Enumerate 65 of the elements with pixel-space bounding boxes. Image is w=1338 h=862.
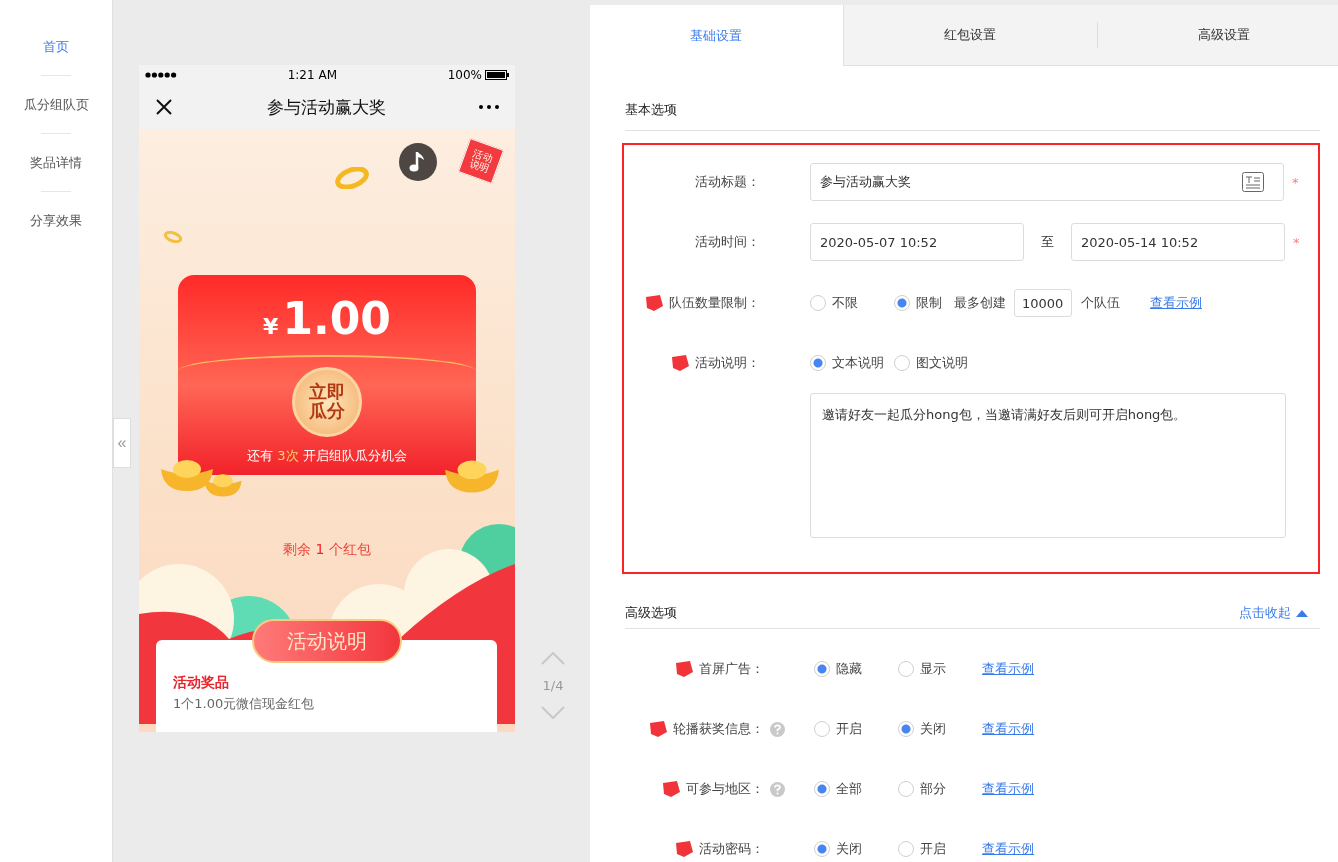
battery-icon: [485, 70, 509, 80]
radio-option[interactable]: 图文说明: [894, 354, 978, 372]
radio-option[interactable]: 文本说明: [810, 354, 894, 372]
radio-option[interactable]: 开启: [814, 720, 898, 738]
page-indicator: 1/4: [542, 678, 564, 693]
tab[interactable]: 基础设置: [590, 5, 844, 66]
radio-option[interactable]: 关闭: [814, 840, 898, 858]
required-mark: *: [1293, 234, 1300, 250]
open-button[interactable]: 立即 瓜分: [292, 367, 362, 437]
sidebar-item[interactable]: 分享效果: [30, 211, 82, 231]
example-link[interactable]: 查看示例: [982, 780, 1034, 798]
more-icon[interactable]: [479, 105, 499, 109]
field-label: 队伍数量限制：: [669, 294, 760, 312]
close-icon[interactable]: [155, 98, 173, 116]
field-label: 活动说明：: [695, 354, 760, 372]
field-label: 活动时间：: [695, 233, 760, 251]
radio-option[interactable]: 关闭: [898, 720, 982, 738]
ingot-icon: [159, 457, 215, 493]
field-label: 活动标题：: [695, 173, 760, 191]
card-heading: 活动奖品: [173, 674, 230, 692]
radio-option[interactable]: 部分: [898, 780, 982, 798]
end-time-field[interactable]: 2020-05-14 10:52: [1071, 223, 1285, 261]
radio-option[interactable]: 隐藏: [814, 660, 898, 678]
chances-text: 还有 3次 开启组队瓜分机会: [247, 447, 407, 465]
caret-up-icon: [1295, 609, 1308, 617]
page-title: 参与活动赢大奖: [266, 95, 386, 119]
example-link[interactable]: 查看示例: [982, 840, 1034, 858]
title-field[interactable]: 参与活动赢大奖: [810, 163, 1284, 201]
section-title: 高级选项: [625, 604, 677, 622]
start-time-field[interactable]: 2020-05-07 10:52: [810, 223, 1024, 261]
range-separator: 至: [1040, 233, 1055, 251]
example-link[interactable]: 查看示例: [982, 720, 1034, 738]
sidebar-item[interactable]: 奖品详情: [30, 153, 82, 173]
example-link[interactable]: 查看示例: [1150, 294, 1202, 312]
team-count-field[interactable]: 10000: [1014, 289, 1072, 317]
status-time: 1:21 AM: [287, 68, 337, 82]
battery-level: 100%: [447, 68, 482, 82]
field-label: 轮播获奖信息：: [673, 720, 764, 738]
example-link[interactable]: 查看示例: [982, 660, 1034, 678]
unit-text: 个队伍: [1081, 294, 1120, 312]
ingot-icon: [203, 471, 243, 499]
text-format-icon[interactable]: [1242, 172, 1264, 192]
field-text: 最多创建: [954, 294, 1006, 312]
signal-icon: [145, 72, 177, 78]
sidebar-item[interactable]: 首页: [43, 37, 69, 57]
collapse-link[interactable]: 点击收起: [1238, 604, 1308, 622]
radio-option[interactable]: 限制: [894, 294, 954, 312]
description-field[interactable]: 邀请好友一起瓜分hong包，当邀请满好友后则可开启hong包。: [810, 393, 1286, 538]
radio-option[interactable]: 显示: [898, 660, 982, 678]
field-label: 首屏广告：: [699, 660, 764, 678]
prize-amount: ¥1.00: [263, 293, 391, 346]
card-text: 1个1.00元微信现金红包: [173, 695, 316, 713]
radio-option[interactable]: 不限: [810, 294, 894, 312]
remaining-text: 剩余 1 个红包: [282, 541, 372, 559]
field-label: 可参与地区：: [686, 780, 764, 798]
section-title: 基本选项: [625, 101, 677, 119]
radio-option[interactable]: 开启: [898, 840, 982, 858]
required-mark: *: [1292, 174, 1299, 190]
hanging-tag[interactable]: 活动说明: [457, 137, 505, 185]
coin-icon: [335, 167, 369, 189]
field-label: 活动密码：: [699, 840, 764, 858]
music-note-icon[interactable]: [399, 143, 437, 181]
sidebar-item[interactable]: 瓜分组队页: [23, 95, 89, 115]
coin-icon: [163, 231, 183, 243]
radio-option[interactable]: 全部: [814, 780, 898, 798]
